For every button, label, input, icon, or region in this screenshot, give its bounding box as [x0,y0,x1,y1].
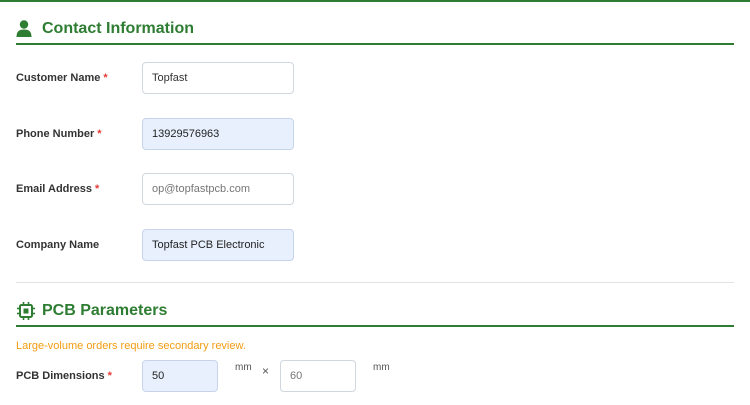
user-icon [16,19,36,39]
pcb-dimensions-label: PCB Dimensions * [16,370,112,382]
required-marker: * [95,183,100,195]
phone-number-input[interactable]: 13929576963 [142,118,294,150]
pcb-section-header: PCB Parameters [16,296,734,327]
customer-name-row: Customer Name * Topfast [16,62,734,94]
pcb-length-input[interactable]: 60 [280,360,356,392]
top-accent-rule [0,0,750,2]
pcb-width-input[interactable]: 50 [142,360,218,392]
dimension-separator: × [262,364,270,378]
contact-section-header: Contact Information [16,14,734,45]
email-address-input[interactable]: op@topfastpcb.com [142,173,294,205]
chip-icon [16,301,36,321]
pcb-width-unit: mm [235,362,252,373]
required-marker: * [107,370,112,382]
pcb-dimensions-row: PCB Dimensions * 50 mm × 60 mm [16,360,734,392]
email-address-label: Email Address * [16,183,100,195]
email-address-row: Email Address * op@topfastpcb.com [16,173,734,205]
company-name-label: Company Name [16,239,100,251]
required-marker: * [103,72,108,84]
pcb-section-title: PCB Parameters [42,301,168,319]
required-marker: * [97,128,102,140]
pcb-length-unit: mm [373,362,390,373]
customer-name-input[interactable]: Topfast [142,62,294,94]
section-divider [16,282,734,283]
company-name-input[interactable]: Topfast PCB Electronic [142,229,294,261]
contact-section-title: Contact Information [42,19,194,37]
phone-number-label: Phone Number * [16,128,102,140]
company-name-row: Company Name Topfast PCB Electronic [16,229,734,261]
volume-notice: Large-volume orders require secondary re… [16,340,246,352]
phone-number-row: Phone Number * 13929576963 [16,118,734,150]
customer-name-label: Customer Name * [16,72,108,84]
